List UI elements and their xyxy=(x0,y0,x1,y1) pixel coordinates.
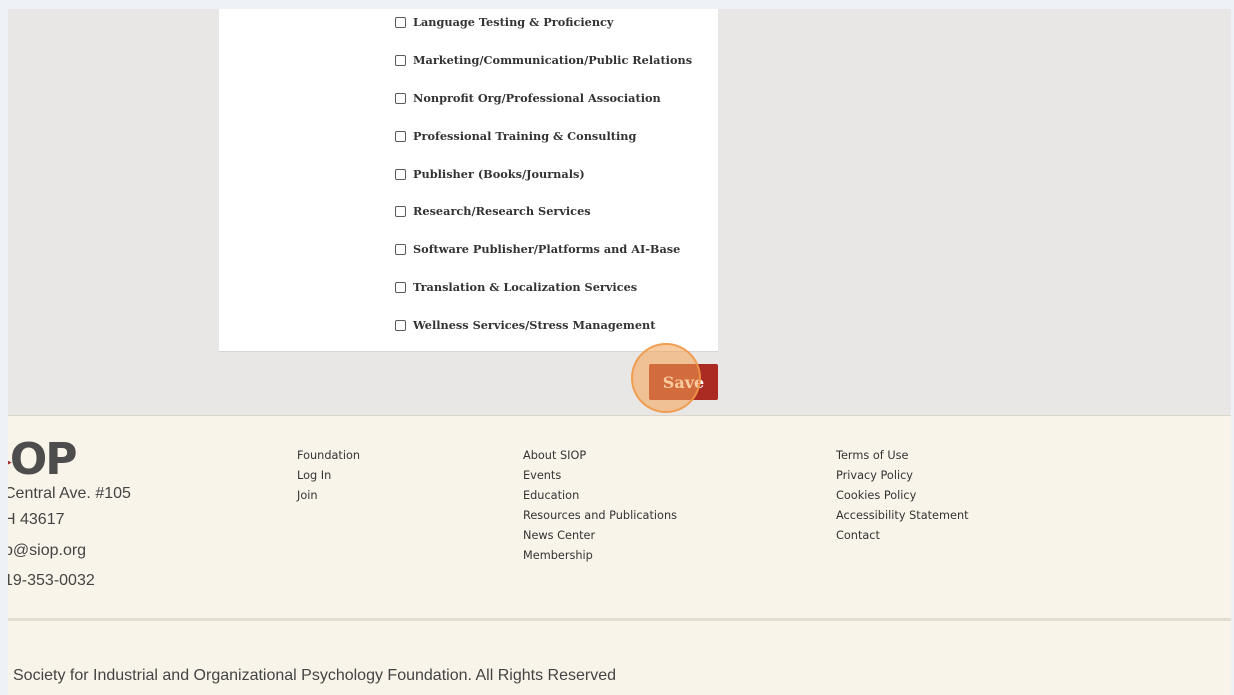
checkbox-label: Wellness Services/Stress Management xyxy=(413,318,656,332)
footer-link-terms[interactable]: Terms of Use xyxy=(836,446,969,466)
footer-link-login[interactable]: Log In xyxy=(297,466,360,486)
checkbox[interactable] xyxy=(395,54,406,66)
checkbox[interactable] xyxy=(395,319,406,331)
checkbox-label: Marketing/Communication/Public Relations xyxy=(413,53,693,67)
address-line-1: Central Ave. #105 xyxy=(8,485,131,502)
footer-link-membership[interactable]: Membership xyxy=(523,546,677,566)
footer-phone: 19-353-0032 xyxy=(8,572,95,589)
checkbox-label: Nonprofit Org/Professional Association xyxy=(413,91,661,105)
checkbox-option[interactable]: Marketing/Communication/Public Relations xyxy=(395,50,692,70)
logo-text: OP xyxy=(9,434,78,485)
footer-link-privacy[interactable]: Privacy Policy xyxy=(836,466,969,486)
site-footer: ▶OP Central Ave. #105 H 43617 p@siop.org… xyxy=(8,415,1231,695)
siop-logo[interactable]: ▶OP xyxy=(8,434,78,485)
footer-email[interactable]: p@siop.org xyxy=(8,542,86,560)
footer-link-education[interactable]: Education xyxy=(523,486,677,506)
checkbox-label: Publisher (Books/Journals) xyxy=(413,167,585,181)
checkbox[interactable] xyxy=(395,281,406,293)
checkbox-option[interactable]: Software Publisher/Platforms and AI-Base xyxy=(395,239,680,259)
checkbox-option[interactable]: Publisher (Books/Journals) xyxy=(395,164,585,184)
checkbox-option[interactable]: Wellness Services/Stress Management xyxy=(395,315,655,335)
checkbox-option[interactable]: Translation & Localization Services xyxy=(395,277,637,297)
checkbox[interactable] xyxy=(395,205,406,217)
footer-link-foundation[interactable]: Foundation xyxy=(297,446,360,466)
checkbox-option[interactable]: Nonprofit Org/Professional Association xyxy=(395,88,661,108)
checkbox-label: Language Testing & Proficiency xyxy=(413,15,614,29)
copyright-text: Society for Industrial and Organizationa… xyxy=(13,667,616,684)
footer-link-about[interactable]: About SIOP xyxy=(523,446,677,466)
industry-options-card: Language Testing & Proficiency Marketing… xyxy=(219,9,718,352)
footer-links-col2: About SIOP Events Education Resources an… xyxy=(523,446,677,566)
address-line-2: H 43617 xyxy=(8,511,65,528)
checkbox-option[interactable]: Research/Research Services xyxy=(395,201,591,221)
footer-links-col1: Foundation Log In Join xyxy=(297,446,360,506)
footer-link-events[interactable]: Events xyxy=(523,466,677,486)
footer-link-news[interactable]: News Center xyxy=(523,526,677,546)
checkbox[interactable] xyxy=(395,168,406,180)
checkbox-label: Professional Training & Consulting xyxy=(413,129,637,143)
checkbox[interactable] xyxy=(395,16,406,28)
checkbox[interactable] xyxy=(395,243,406,255)
save-button[interactable]: Save xyxy=(649,364,718,400)
footer-link-accessibility[interactable]: Accessibility Statement xyxy=(836,506,969,526)
checkbox-option[interactable]: Professional Training & Consulting xyxy=(395,126,636,146)
checkbox-label: Translation & Localization Services xyxy=(413,280,638,294)
page-viewport: Language Testing & Proficiency Marketing… xyxy=(8,9,1231,695)
footer-link-contact[interactable]: Contact xyxy=(836,526,969,546)
checkbox-label: Software Publisher/Platforms and AI-Base xyxy=(413,242,681,256)
footer-link-resources[interactable]: Resources and Publications xyxy=(523,506,677,526)
checkbox-option[interactable]: Language Testing & Proficiency xyxy=(395,12,613,32)
checkbox[interactable] xyxy=(395,92,406,104)
footer-divider xyxy=(8,618,1231,621)
checkbox[interactable] xyxy=(395,130,406,142)
footer-link-cookies[interactable]: Cookies Policy xyxy=(836,486,969,506)
checkbox-label: Research/Research Services xyxy=(413,204,591,218)
footer-links-col3: Terms of Use Privacy Policy Cookies Poli… xyxy=(836,446,969,546)
footer-link-join[interactable]: Join xyxy=(297,486,360,506)
